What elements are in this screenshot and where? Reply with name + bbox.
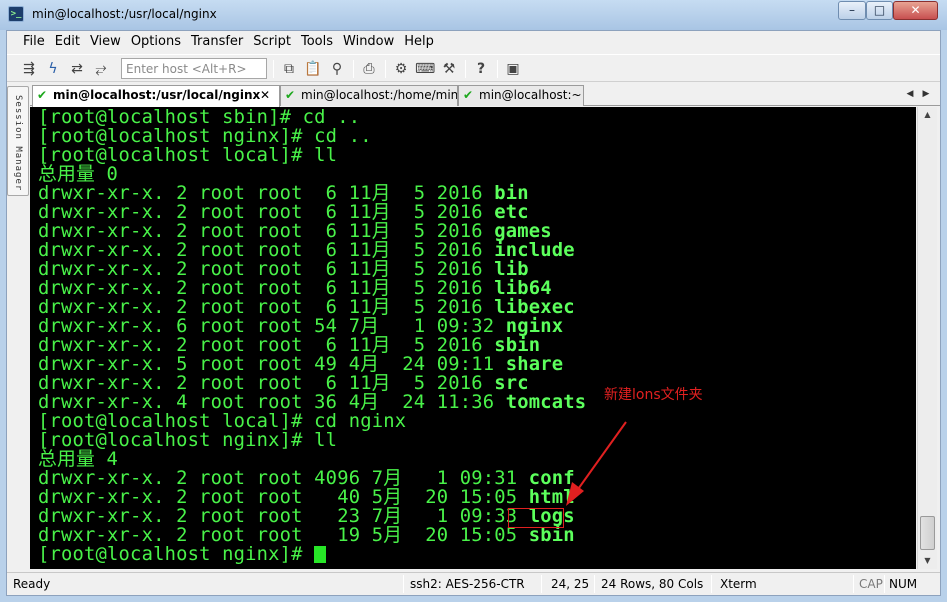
tab-scroll-left-icon[interactable]: ◀ xyxy=(904,86,916,102)
status-separator xyxy=(711,575,712,593)
terminal-scrollbar[interactable]: ▲ ▼ xyxy=(917,107,937,569)
quick-connect-icon[interactable]: ϟ xyxy=(43,59,63,79)
maximize-button[interactable]: □ xyxy=(866,1,893,20)
menu-view[interactable]: View xyxy=(85,31,126,52)
annotation-text: 新建lons文件夹 xyxy=(604,387,703,403)
host-input[interactable] xyxy=(121,58,267,79)
disconnect-icon[interactable]: ⥂ xyxy=(91,59,111,79)
menu-transfer[interactable]: Transfer xyxy=(186,31,248,52)
menu-script[interactable]: Script xyxy=(248,31,296,52)
scroll-up-icon[interactable]: ▲ xyxy=(918,107,937,123)
status-separator xyxy=(403,575,404,593)
window-title: min@localhost:/usr/local/nginx xyxy=(32,7,217,21)
reconnect-icon[interactable]: ⇄ xyxy=(67,59,87,79)
tab-label: min@localhost:/home/min xyxy=(301,88,458,102)
menu-edit[interactable]: Edit xyxy=(50,31,85,52)
toolbar-separator xyxy=(385,60,386,78)
menu-help[interactable]: Help xyxy=(399,31,439,52)
menu-bar: File Edit View Options Transfer Script Tools Wi… xyxy=(7,31,940,52)
terminal-line: drwxr-xr-x. 2 root root 23 7月 1 09:33 lo… xyxy=(38,506,575,527)
tab-bar: ✔ min@localhost:/usr/local/nginx ✕ ✔ min… xyxy=(30,84,940,107)
tab-usr-local-nginx[interactable]: ✔ min@localhost:/usr/local/nginx xyxy=(32,85,280,107)
menu-file[interactable]: File xyxy=(18,31,50,52)
paste-icon[interactable]: 📋 xyxy=(303,59,323,79)
terminal-line: drwxr-xr-x. 2 root root 6 11月 5 2016 src xyxy=(38,373,529,394)
terminal-line: 总用量 0 xyxy=(38,164,118,185)
settings-icon[interactable]: ⚙ xyxy=(391,59,411,79)
tab-home-min[interactable]: ✔ min@localhost:/home/min xyxy=(280,85,458,106)
status-cursor-position: 24, 25 xyxy=(551,577,590,591)
tab-home[interactable]: ✔ min@localhost:~ xyxy=(458,85,584,106)
title-bar: >_ min@localhost:/usr/local/nginx – □ ✕ xyxy=(0,0,947,30)
terminal-line: drwxr-xr-x. 2 root root 40 5月 20 15:05 h… xyxy=(38,487,575,508)
terminal-line: drwxr-xr-x. 2 root root 6 11月 5 2016 lib xyxy=(38,259,529,280)
toolbar-separator xyxy=(273,60,274,78)
terminal-line: drwxr-xr-x. 2 root root 4096 7月 1 09:31 … xyxy=(38,468,575,489)
connected-check-icon: ✔ xyxy=(37,88,48,102)
minimize-button[interactable]: – xyxy=(838,1,866,20)
terminal-line: drwxr-xr-x. 6 root root 54 7月 1 09:32 ng… xyxy=(38,316,564,337)
keymap-icon[interactable]: ⌨ xyxy=(415,59,435,79)
session-options-icon[interactable]: ▣ xyxy=(503,59,523,79)
terminal-line: drwxr-xr-x. 2 root root 6 11月 5 2016 bin xyxy=(38,183,529,204)
toolbar-separator xyxy=(353,60,354,78)
menu-options[interactable]: Options xyxy=(126,31,186,52)
status-separator xyxy=(541,575,542,593)
status-caps-lock: CAP xyxy=(859,577,883,591)
terminal-line: 总用量 4 xyxy=(38,449,118,470)
scroll-thumb[interactable] xyxy=(920,516,935,550)
terminal-line: drwxr-xr-x. 2 root root 19 5月 20 15:05 s… xyxy=(38,525,575,546)
session-manager-panel[interactable]: Session Manager xyxy=(7,86,29,196)
terminal-line: drwxr-xr-x. 5 root root 49 4月 24 09:11 s… xyxy=(38,354,564,375)
tab-label: min@localhost:~ xyxy=(479,88,582,102)
connected-check-icon: ✔ xyxy=(285,88,296,102)
terminal-line: [root@localhost nginx]# ll xyxy=(38,430,338,451)
status-num-lock: NUM xyxy=(889,577,918,591)
help-icon[interactable]: ? xyxy=(471,59,491,79)
copy-icon[interactable]: ⧉ xyxy=(279,59,299,79)
terminal-line: [root@localhost local]# ll xyxy=(38,145,338,166)
terminal-line: [root@localhost sbin]# cd .. xyxy=(38,107,361,128)
status-terminal-type: Xterm xyxy=(720,577,757,591)
terminal-line: [root@localhost nginx]# cd .. xyxy=(38,126,372,147)
close-button[interactable]: ✕ xyxy=(893,1,938,20)
status-bar: Ready ssh2: AES-256-CTR 24, 25 24 Rows, … xyxy=(7,572,940,594)
toolbar: ⇶ ϟ ⇄ ⥂ ⧉ 📋 ⚲ ⎙ ⚙ ⌨ ⚒ ? ▣ xyxy=(7,54,940,82)
terminal-line: drwxr-xr-x. 4 root root 36 4月 24 11:36 t… xyxy=(38,392,587,413)
app-icon[interactable]: >_ xyxy=(8,6,24,22)
terminal-line: [root@localhost local]# cd nginx xyxy=(38,411,407,432)
terminal-prompt-line: [root@localhost nginx]# xyxy=(38,545,916,564)
status-separator xyxy=(853,575,854,593)
terminal-line: drwxr-xr-x. 2 root root 6 11月 5 2016 inc… xyxy=(38,240,575,261)
scroll-down-icon[interactable]: ▼ xyxy=(918,553,937,569)
terminal-line: drwxr-xr-x. 2 root root 6 11月 5 2016 sbi… xyxy=(38,335,541,356)
terminal-line: drwxr-xr-x. 2 root root 6 11月 5 2016 lib… xyxy=(38,278,552,299)
status-cipher: ssh2: AES-256-CTR xyxy=(410,577,525,591)
menu-tools[interactable]: Tools xyxy=(296,31,338,52)
status-terminal-size: 24 Rows, 80 Cols xyxy=(601,577,704,591)
connected-check-icon: ✔ xyxy=(463,88,474,102)
connect-icon[interactable]: ⇶ xyxy=(19,59,39,79)
status-separator xyxy=(884,575,885,593)
toolbar-separator xyxy=(497,60,498,78)
close-tab-icon[interactable]: ✕ xyxy=(260,88,270,102)
terminal-line: drwxr-xr-x. 2 root root 6 11月 5 2016 gam… xyxy=(38,221,552,242)
status-ready: Ready xyxy=(13,577,51,591)
terminal-output[interactable]: [root@localhost sbin]# cd .. [root@local… xyxy=(30,107,916,569)
print-icon[interactable]: ⎙ xyxy=(359,59,379,79)
sftp-icon[interactable]: ⚒ xyxy=(439,59,459,79)
terminal-line: drwxr-xr-x. 2 root root 6 11月 5 2016 etc xyxy=(38,202,529,223)
terminal-line: drwxr-xr-x. 2 root root 6 11月 5 2016 lib… xyxy=(38,297,575,318)
tab-scroll-right-icon[interactable]: ▶ xyxy=(920,86,932,102)
session-manager-label: Session Manager xyxy=(13,95,23,192)
tab-label: min@localhost:/usr/local/nginx xyxy=(53,88,261,102)
terminal-cursor xyxy=(314,546,327,563)
annotation-arrow xyxy=(566,421,627,506)
status-separator xyxy=(594,575,595,593)
menu-window[interactable]: Window xyxy=(338,31,399,52)
toolbar-separator xyxy=(465,60,466,78)
find-icon[interactable]: ⚲ xyxy=(327,59,347,79)
